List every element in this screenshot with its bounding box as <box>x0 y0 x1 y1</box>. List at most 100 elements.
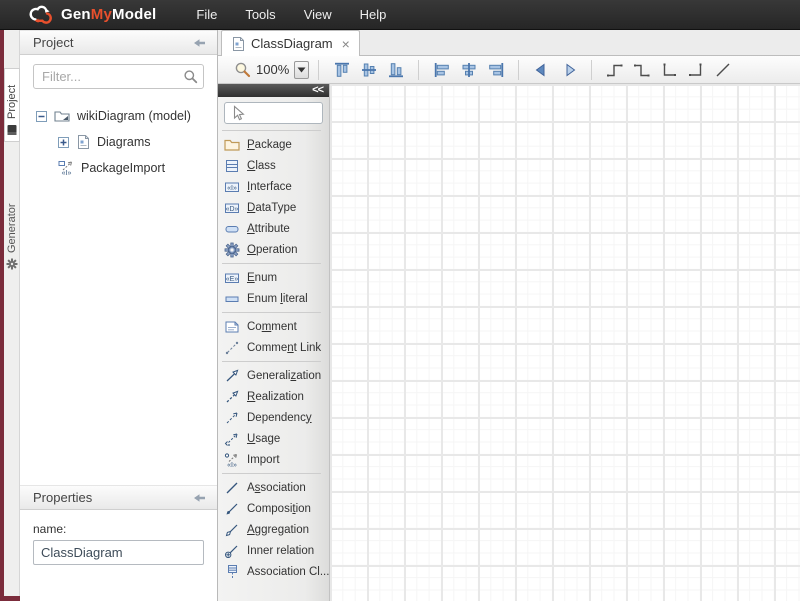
name-field[interactable] <box>33 540 204 565</box>
align-bottom-button[interactable] <box>383 58 408 81</box>
side-rail: Project Generator <box>0 30 20 601</box>
attribute-icon <box>224 221 240 237</box>
palette-item-inner-relation[interactable]: Inner relation <box>218 540 329 561</box>
tree-item-label: Diagrams <box>97 135 151 149</box>
palette-item-composition[interactable]: Composition <box>218 498 329 519</box>
tree-item-diagrams[interactable]: Diagrams <box>20 129 217 155</box>
align-right-button[interactable] <box>483 58 508 81</box>
pointer-cursor-icon <box>230 105 246 121</box>
palette-item-label: Attribute <box>247 223 290 235</box>
palette-item-dependency[interactable]: Dependency <box>218 407 329 428</box>
palette-item-class[interactable]: Class <box>218 155 329 176</box>
align-right-icon <box>487 61 505 79</box>
palette-separator <box>222 361 321 362</box>
collapse-left-icon[interactable] <box>191 36 208 50</box>
toolbar-separator <box>591 60 592 80</box>
diagram-toolbar: 100% <box>218 56 800 84</box>
name-field-label: name: <box>33 522 204 536</box>
palette-item-aggregation[interactable]: Aggregation <box>218 519 329 540</box>
sidebar-tab-generator[interactable]: Generator <box>4 180 20 275</box>
flip-vertical-icon <box>560 61 578 79</box>
comment-link-icon <box>224 340 240 356</box>
generalization-icon <box>224 368 240 384</box>
menu-tools[interactable]: Tools <box>231 1 289 28</box>
menu-help[interactable]: Help <box>346 1 401 28</box>
zoom-dropdown-button[interactable] <box>294 61 309 79</box>
palette-item-association-cl[interactable]: Association Cl... <box>218 561 329 582</box>
flip-vertical-button[interactable] <box>556 58 581 81</box>
tree-item-packageimport[interactable]: «I»PackageImport <box>20 155 217 181</box>
filter-input[interactable] <box>33 64 204 89</box>
align-bottom-icon <box>387 61 405 79</box>
connector-corner-left-button[interactable] <box>656 58 681 81</box>
menu-view[interactable]: View <box>290 1 346 28</box>
properties-panel: Properties name: <box>20 485 218 601</box>
palette-item-label: Package <box>247 139 292 151</box>
realization-icon <box>224 389 240 405</box>
palette-item-label: Import <box>247 454 280 466</box>
palette-item-association[interactable]: Association <box>218 477 329 498</box>
palette-item-datatype[interactable]: «D»DataType <box>218 197 329 218</box>
tree-item-wikidiagram[interactable]: wikiDiagram (model) <box>20 103 217 129</box>
palette-separator <box>222 130 321 131</box>
palette-item-label: Association <box>247 482 306 494</box>
brand[interactable]: GenMyModel <box>28 4 156 26</box>
palette-item-label: Composition <box>247 503 311 515</box>
palette-item-operation[interactable]: Operation <box>218 239 329 260</box>
tab-classdiagram[interactable]: ClassDiagram × <box>221 30 360 56</box>
enum-icon: «E» <box>224 270 240 286</box>
palette-item-comment-link[interactable]: Comment Link <box>218 337 329 358</box>
pointer-tool-button[interactable] <box>224 102 323 124</box>
gear-icon <box>6 258 18 270</box>
svg-text:«I»: «I» <box>227 184 237 191</box>
align-top-icon <box>333 61 351 79</box>
usage-icon <box>224 431 240 447</box>
palette-item-enum[interactable]: «E»Enum <box>218 267 329 288</box>
properties-panel-header: Properties <box>20 485 217 510</box>
connector-step-up-button[interactable] <box>602 58 627 81</box>
toolbar-separator <box>518 60 519 80</box>
palette-item-comment[interactable]: Comment <box>218 316 329 337</box>
editor-area: ClassDiagram × 100% << PackageClass«I»In… <box>218 30 800 601</box>
toolbar-separator <box>418 60 419 80</box>
connector-straight-button[interactable] <box>710 58 735 81</box>
diagram-canvas[interactable] <box>330 84 800 601</box>
sidebar-tab-project[interactable]: Project <box>4 68 20 142</box>
palette-item-usage[interactable]: Usage <box>218 428 329 449</box>
zoom-control: 100% <box>234 61 309 79</box>
expander-plus-icon <box>58 137 69 148</box>
connector-corner-right-icon <box>687 61 705 79</box>
expander-minus-icon <box>36 111 47 122</box>
svg-text:«I»: «I» <box>62 170 72 176</box>
align-left-button[interactable] <box>429 58 454 81</box>
palette-item-enum-literal[interactable]: Enum literal <box>218 288 329 309</box>
palette-item-realization[interactable]: Realization <box>218 386 329 407</box>
composition-icon <box>224 501 240 517</box>
connector-corner-right-button[interactable] <box>683 58 708 81</box>
palette-item-import[interactable]: «I»Import <box>218 449 329 470</box>
aggregation-icon <box>224 522 240 538</box>
flip-horizontal-button[interactable] <box>529 58 554 81</box>
palette-item-attribute[interactable]: Attribute <box>218 218 329 239</box>
project-panel: Project wikiDiagram (model) Diagrams «I»Pa… <box>20 30 218 485</box>
align-center-button[interactable] <box>456 58 481 81</box>
palette-item-interface[interactable]: «I»Interface <box>218 176 329 197</box>
palette-item-package[interactable]: Package <box>218 134 329 155</box>
align-top-button[interactable] <box>329 58 354 81</box>
connector-corner-left-icon <box>660 61 678 79</box>
class-icon <box>224 158 240 174</box>
datatype-icon: «D» <box>224 200 240 216</box>
connector-step-down-button[interactable] <box>629 58 654 81</box>
palette-item-generalization[interactable]: Generalization <box>218 365 329 386</box>
diagram-page-icon <box>231 36 245 52</box>
palette-collapse-button[interactable]: << <box>218 84 329 97</box>
tab-close-icon[interactable]: × <box>342 37 350 51</box>
align-middle-button[interactable] <box>356 58 381 81</box>
collapse-left-icon[interactable] <box>191 491 208 505</box>
operation-gear-icon <box>224 242 240 258</box>
project-panel-header: Project <box>20 30 217 55</box>
svg-text:«D»: «D» <box>226 205 239 212</box>
menu-file[interactable]: File <box>182 1 231 28</box>
palette-item-label: Association Cl... <box>247 566 329 578</box>
palette-item-label: Usage <box>247 433 280 445</box>
